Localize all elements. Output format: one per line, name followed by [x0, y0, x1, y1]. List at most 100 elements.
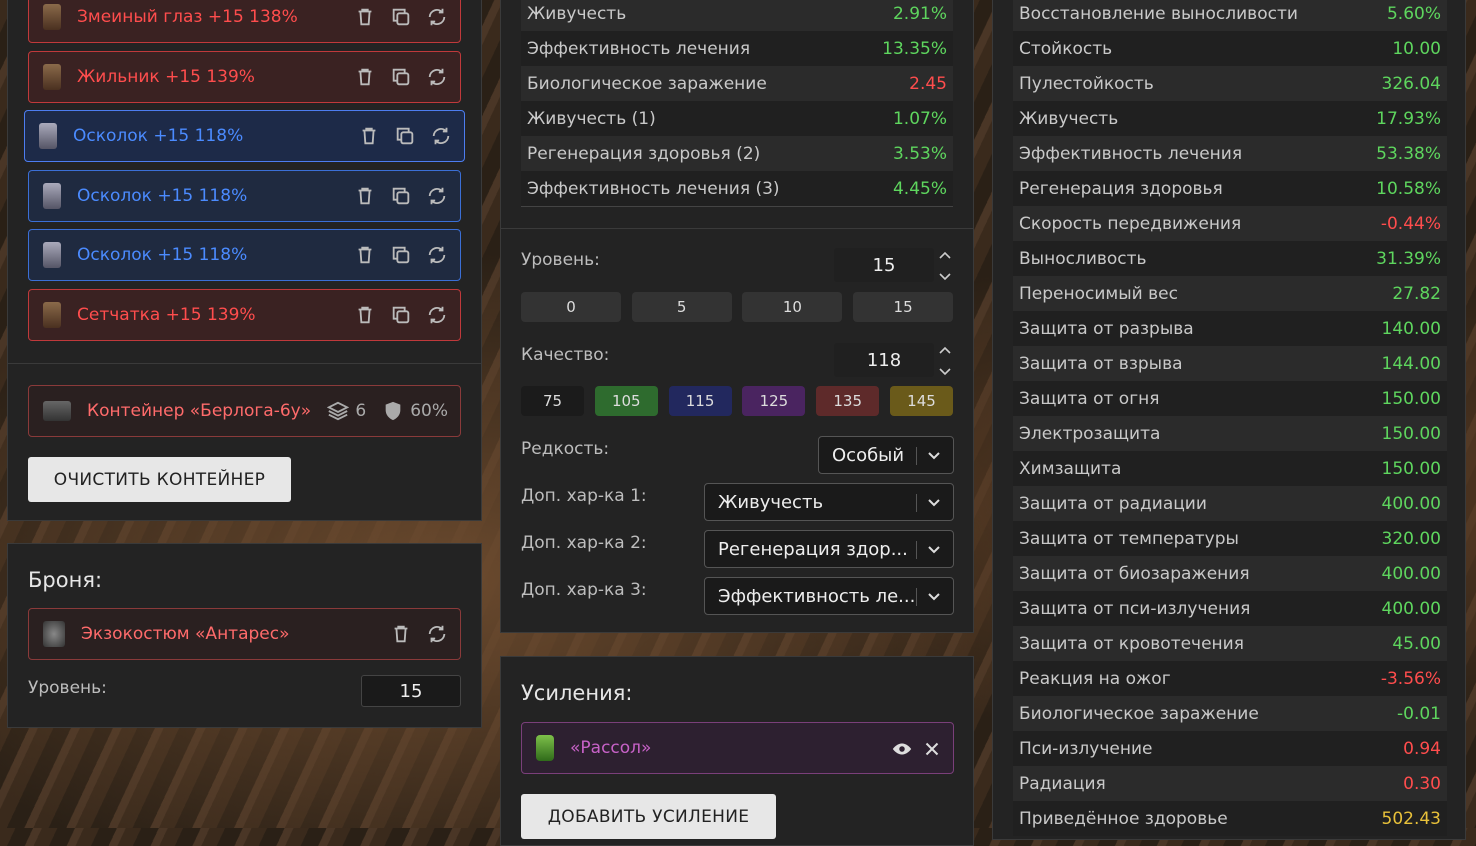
add-boost-button[interactable]: ДОБАВИТЬ УСИЛЕНИЕ: [521, 794, 776, 839]
level-label: Уровень:: [521, 250, 600, 270]
container-icon: [43, 401, 71, 421]
stat-value: 502.43: [1381, 808, 1441, 829]
artifact-card[interactable]: Осколок +15 118%: [24, 110, 465, 162]
stat-row: Регенерация здоровья 10.58%: [1013, 171, 1447, 206]
quality-preset-chip[interactable]: 75: [521, 386, 584, 416]
trash-icon[interactable]: [354, 66, 376, 88]
stat-row: Электрозащита 150.00: [1013, 416, 1447, 451]
copy-icon[interactable]: [394, 125, 416, 147]
stat-value: 0.94: [1403, 738, 1441, 759]
refresh-icon[interactable]: [426, 244, 448, 266]
stat-value: 320.00: [1381, 528, 1441, 549]
stat-row: Защита от температуры 320.00: [1013, 521, 1447, 556]
refresh-icon[interactable]: [426, 623, 448, 645]
clear-container-button[interactable]: ОЧИСТИТЬ КОНТЕЙНЕР: [28, 457, 291, 502]
container-slots: 6: [355, 401, 367, 421]
artifact-card[interactable]: Осколок +15 118%: [28, 229, 461, 281]
trash-icon[interactable]: [354, 6, 376, 28]
stat-label: Восстановление выносливости: [1019, 3, 1298, 24]
trash-icon[interactable]: [358, 125, 380, 147]
armor-panel: Броня: Экзокостюм «Антарес» Уровень: 15: [7, 543, 482, 728]
stat-value: -3.56%: [1380, 668, 1441, 689]
stat-row: Пулестойкость 326.04: [1013, 66, 1447, 101]
quality-label: Качество:: [521, 345, 610, 365]
close-icon[interactable]: [921, 738, 943, 760]
armor-level-label: Уровень:: [28, 678, 107, 698]
refresh-icon[interactable]: [426, 304, 448, 326]
chevron-up-icon: [939, 346, 951, 354]
extra3-value: Эффективность ле...: [718, 585, 916, 607]
copy-icon[interactable]: [390, 66, 412, 88]
copy-icon[interactable]: [390, 304, 412, 326]
stat-row: Эффективность лечения 13.35%: [521, 31, 953, 66]
eye-icon[interactable]: [891, 738, 913, 760]
boost-card[interactable]: «Рассол»: [521, 722, 954, 774]
level-preset-chip[interactable]: 5: [631, 292, 732, 322]
copy-icon[interactable]: [390, 6, 412, 28]
rarity-value: Особый: [832, 444, 905, 466]
trash-icon[interactable]: [354, 304, 376, 326]
level-preset-chip[interactable]: 15: [853, 292, 954, 322]
trash-icon[interactable]: [354, 244, 376, 266]
rarity-select[interactable]: Особый: [818, 436, 954, 474]
stat-label: Пси-излучение: [1019, 738, 1153, 759]
stat-row: Выносливость 31.39%: [1013, 241, 1447, 276]
chevron-down-icon: [939, 273, 951, 281]
artifact-card[interactable]: Сетчатка +15 139%: [28, 289, 461, 341]
quality-input[interactable]: 118: [834, 343, 934, 377]
artifact-card[interactable]: Змеиный глаз +15 138%: [28, 0, 461, 43]
extra2-select[interactable]: Регенерация здор...: [704, 530, 954, 568]
level-spinner[interactable]: [938, 250, 952, 282]
quality-preset-chip[interactable]: 145: [890, 386, 953, 416]
copy-icon[interactable]: [390, 244, 412, 266]
stat-row: Приведённое здоровье 502.43: [1013, 801, 1447, 836]
artifact-name: Жильник +15 139%: [77, 67, 255, 87]
trash-icon[interactable]: [390, 623, 412, 645]
extra1-select[interactable]: Живучесть: [704, 483, 954, 521]
stat-value: 10.58%: [1376, 178, 1441, 199]
stat-value: 4.45%: [892, 178, 947, 199]
armor-level-input[interactable]: 15: [361, 675, 461, 707]
layers-icon: [327, 400, 350, 422]
stat-label: Защита от радиации: [1019, 493, 1207, 514]
stat-value: 31.39%: [1376, 248, 1441, 269]
quality-preset-chip[interactable]: 135: [816, 386, 880, 416]
stat-label: Защита от огня: [1019, 388, 1160, 409]
level-preset-chip[interactable]: 10: [742, 292, 843, 322]
level-preset-chip[interactable]: 0: [521, 292, 621, 322]
copy-icon[interactable]: [390, 185, 412, 207]
artifact-card[interactable]: Осколок +15 118%: [28, 170, 461, 222]
stat-value: 2.91%: [892, 3, 947, 24]
stat-label: Эффективность лечения: [527, 38, 751, 59]
stat-row: Восстановление выносливости 5.60%: [1013, 0, 1447, 31]
chevron-down-icon: [928, 593, 940, 601]
refresh-icon[interactable]: [430, 125, 452, 147]
quality-preset-chip[interactable]: 115: [668, 386, 732, 416]
stat-label: Химзащита: [1019, 458, 1122, 479]
stat-label: Электрозащита: [1019, 423, 1161, 444]
stat-value: -0.44%: [1380, 213, 1441, 234]
artifact-name: Осколок +15 118%: [77, 186, 248, 206]
stat-row: Живучесть 2.91%: [521, 0, 953, 31]
stat-row: Стойкость 10.00: [1013, 31, 1447, 66]
armor-card[interactable]: Экзокостюм «Антарес»: [28, 608, 461, 660]
stat-row: Защита от биозаражения 400.00: [1013, 556, 1447, 591]
refresh-icon[interactable]: [426, 185, 448, 207]
stat-value: 144.00: [1381, 353, 1441, 374]
extra3-select[interactable]: Эффективность ле...: [704, 577, 954, 615]
quality-preset-chip[interactable]: 125: [742, 386, 806, 416]
chevron-down-icon: [939, 368, 951, 376]
quality-preset-chip[interactable]: 105: [594, 386, 658, 416]
refresh-icon[interactable]: [426, 6, 448, 28]
quality-spinner[interactable]: [938, 345, 952, 377]
stat-row: Защита от разрыва 140.00: [1013, 311, 1447, 346]
level-input[interactable]: 15: [834, 248, 934, 282]
stat-value: 400.00: [1381, 563, 1441, 584]
artifacts-panel: Змеиный глаз +15 138% Жильник +15 139% Оск…: [7, 0, 482, 521]
refresh-icon[interactable]: [426, 66, 448, 88]
artifact-card[interactable]: Жильник +15 139%: [28, 51, 461, 103]
trash-icon[interactable]: [354, 185, 376, 207]
stat-row: Защита от кровотечения 45.00: [1013, 626, 1447, 661]
stat-row: Биологическое заражение -0.01: [1013, 696, 1447, 731]
container-card[interactable]: Контейнер «Берлога-6у» 6 60%: [28, 385, 461, 437]
